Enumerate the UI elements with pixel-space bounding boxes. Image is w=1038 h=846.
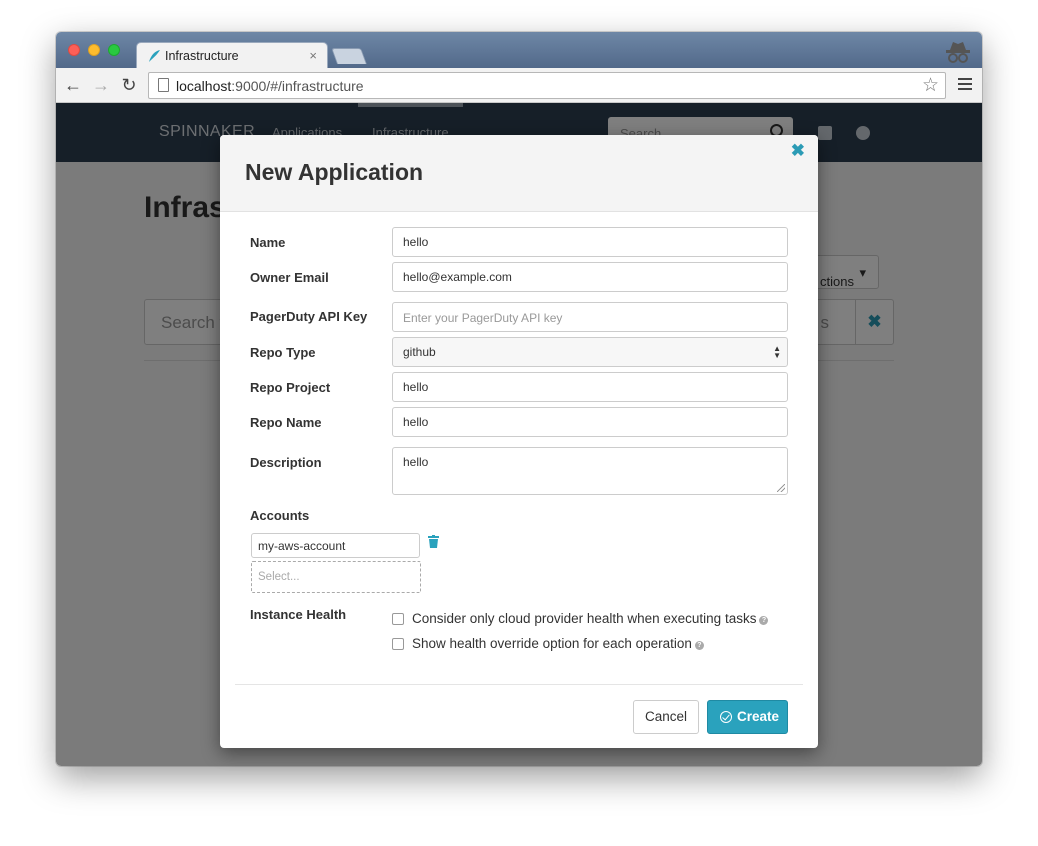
tab-close-icon[interactable]: × [309,48,317,63]
repo-project-input[interactable]: hello [392,372,788,402]
browser-toolbar: ← → ↻ localhost:9000/#/infrastructure ☆ [56,68,982,103]
cancel-button[interactable]: Cancel [633,700,699,734]
close-icon[interactable]: ✖ [791,141,805,161]
health-override-checkbox[interactable] [392,638,404,650]
repo-project-label: Repo Project [250,380,331,395]
repo-name-label: Repo Name [250,415,322,430]
repo-type-select[interactable]: github ▲ ▼ [392,337,788,367]
create-label: Create [737,709,780,724]
description-label: Description [250,455,322,470]
pagerduty-label: PagerDuty API Key [250,309,368,324]
modal-header: New Application ✖ [220,135,818,212]
check-circle-icon [720,711,732,723]
pagerduty-input[interactable]: Enter your PagerDuty API key [392,302,788,332]
repo-name-value: hello [403,415,429,429]
title-bar: Infrastructure × [56,32,982,69]
url-text: localhost:9000/#/infrastructure [176,78,364,94]
repo-type-label: Repo Type [250,345,316,360]
close-window-button[interactable] [68,44,80,56]
accounts-label: Accounts [250,508,310,523]
owner-email-value: hello@example.com [403,270,512,284]
name-label: Name [250,235,286,250]
tab-title: Infrastructure [165,49,239,63]
create-button[interactable]: Create [707,700,788,734]
trash-icon[interactable] [428,535,439,548]
modal-footer-divider [235,684,803,685]
repo-name-input[interactable]: hello [392,407,788,437]
browser-tab[interactable]: Infrastructure × [136,42,328,69]
modal-title: New Application [245,159,424,185]
minimize-window-button[interactable] [88,44,100,56]
owner-email-label: Owner Email [250,270,329,285]
select-caret-icon: ▲ ▼ [773,344,781,360]
zoom-window-button[interactable] [108,44,120,56]
repo-type-value: github [403,345,436,359]
browser-menu-icon[interactable] [958,78,972,90]
repo-project-value: hello [403,380,429,394]
account-chip-label: my-aws-account [258,539,346,553]
help-icon[interactable]: ? [694,641,704,650]
description-textarea[interactable]: hello [392,447,788,495]
bookmark-star-icon[interactable]: ☆ [922,74,939,97]
spinnaker-favicon-icon [149,50,160,62]
forward-arrow-icon[interactable]: → [90,74,112,96]
description-value: hello [403,455,429,469]
cloud-provider-health-checkbox[interactable] [392,613,404,625]
resize-handle[interactable] [777,484,785,492]
owner-email-input[interactable]: hello@example.com [392,262,788,292]
address-bar[interactable]: localhost:9000/#/infrastructure ☆ [148,72,946,99]
account-select-placeholder: Select... [258,571,300,583]
incognito-icon [946,42,970,63]
account-selected-chip[interactable]: my-aws-account [251,533,420,558]
page-icon [158,78,169,92]
help-icon[interactable]: ? [759,616,769,625]
health-override-label: Show health override option for each ope… [412,636,692,651]
back-arrow-icon[interactable]: ← [62,74,84,96]
account-select-input[interactable]: Select... [251,561,421,593]
name-input[interactable]: hello [392,227,788,257]
instance-health-label: Instance Health [250,607,347,622]
reload-icon[interactable]: ↻ [118,74,140,96]
pagerduty-placeholder: Enter your PagerDuty API key [403,311,563,325]
cloud-provider-health-label: Consider only cloud provider health when… [412,611,757,626]
new-application-modal: New Application ✖ Name hello Owner Email… [220,135,818,748]
name-value: hello [403,235,429,249]
new-tab-button[interactable] [331,48,367,64]
